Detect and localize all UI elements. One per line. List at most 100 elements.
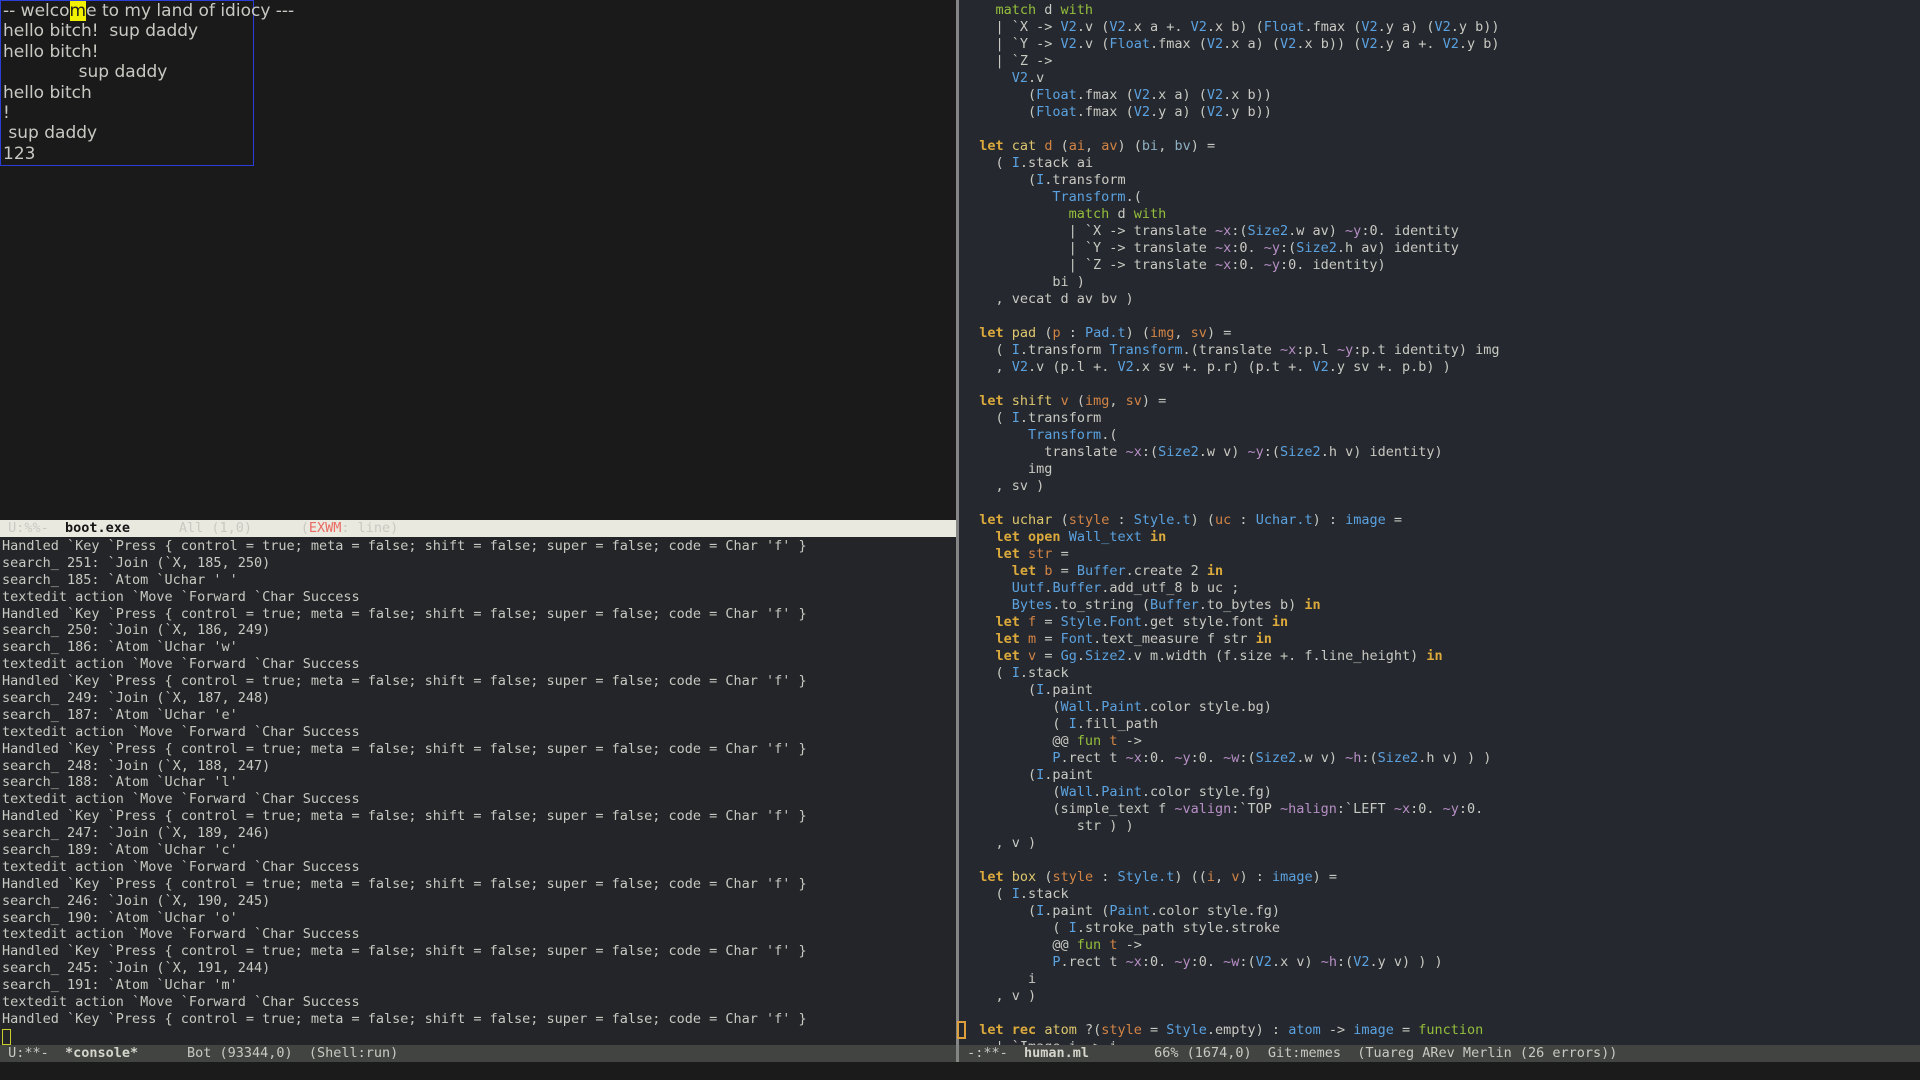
text-line: let str =: [963, 546, 1920, 563]
text-line: Handled `Key `Press { control = true; me…: [2, 606, 956, 623]
text-line: (I.paint: [963, 767, 1920, 784]
text-line: 123: [3, 144, 294, 164]
text-line: [963, 1005, 1920, 1022]
text-line: Handled `Key `Press { control = true; me…: [2, 876, 956, 893]
text-line: (I.paint (Paint.color style.fg): [963, 903, 1920, 920]
text-line: [963, 308, 1920, 325]
text-line: (Wall.Paint.color style.fg): [963, 784, 1920, 801]
text-line: hello bitch: [3, 83, 294, 103]
text-line: textedit action `Move `Forward `Char Suc…: [2, 994, 956, 1011]
text-line: (Float.fmax (V2.x a) (V2.x b)): [963, 87, 1920, 104]
text-line: , V2.v (p.l +. V2.x sv +. p.r) (p.t +. V…: [963, 359, 1920, 376]
text-line: search_ 190: `Atom `Uchar 'o': [2, 910, 956, 927]
text-line: hello bitch! sup daddy: [3, 21, 294, 41]
exwm-desktop: -- welcome to my land of idiocy ---hello…: [0, 0, 1920, 1080]
text-line: let f = Style.Font.get style.font in: [963, 614, 1920, 631]
text-line: let m = Font.text_measure f str in: [963, 631, 1920, 648]
boot-exe-window[interactable]: -- welcome to my land of idiocy ---hello…: [0, 0, 956, 520]
text-line: @@ fun t ->: [963, 733, 1920, 750]
text-line: ( I.transform Transform.(translate ~x:p.…: [963, 342, 1920, 359]
text-line: , v ): [963, 988, 1920, 1005]
text-line: @@ fun t ->: [963, 937, 1920, 954]
text-line: let rec atom ?(style = Style.empty) : at…: [963, 1022, 1920, 1039]
text-line: Handled `Key `Press { control = true; me…: [2, 741, 956, 758]
text-line: textedit action `Move `Forward `Char Suc…: [2, 589, 956, 606]
text-line: -- welcome to my land of idiocy ---: [3, 1, 294, 21]
text-line: img: [963, 461, 1920, 478]
text-line: | `X -> translate ~x:(Size2.w av) ~y:0. …: [963, 223, 1920, 240]
text-line: let shift v (img, sv) =: [963, 393, 1920, 410]
text-line: search_ 191: `Atom `Uchar 'm': [2, 977, 956, 994]
text-line: search_ 251: `Join (`X, 185, 250): [2, 555, 956, 572]
text-line: let cat d (ai, av) (bi, bv) =: [963, 138, 1920, 155]
text-line: textedit action `Move `Forward `Char Suc…: [2, 926, 956, 943]
text-line: search_ 189: `Atom `Uchar 'c': [2, 842, 956, 859]
text-line: , v ): [963, 835, 1920, 852]
text-line: Handled `Key `Press { control = true; me…: [2, 673, 956, 690]
text-line: P.rect t ~x:0. ~y:0. ~w:(V2.x v) ~h:(V2.…: [963, 954, 1920, 971]
text-line: let open Wall_text in: [963, 529, 1920, 546]
modeline-console: U:**- *console* Bot (93344,0) (Shell:run…: [0, 1045, 957, 1062]
console-cursor: [2, 1029, 11, 1045]
text-line: str ) ): [963, 818, 1920, 835]
text-line: Handled `Key `Press { control = true; me…: [2, 808, 956, 825]
text-line: textedit action `Move `Forward `Char Suc…: [2, 791, 956, 808]
text-line: | `X -> V2.v (V2.x a +. V2.x b) (Float.f…: [963, 19, 1920, 36]
text-line: [963, 376, 1920, 393]
console-buffer[interactable]: Handled `Key `Press { control = true; me…: [0, 537, 956, 1045]
text-line: search_ 247: `Join (`X, 189, 246): [2, 825, 956, 842]
text-line: search_ 186: `Atom `Uchar 'w': [2, 639, 956, 656]
text-line: Handled `Key `Press { control = true; me…: [2, 538, 956, 555]
code-cursor: [957, 1021, 966, 1039]
text-line: (Float.fmax (V2.y a) (V2.y b)): [963, 104, 1920, 121]
text-line: textedit action `Move `Forward `Char Suc…: [2, 656, 956, 673]
text-line: translate ~x:(Size2.w v) ~y:(Size2.h v) …: [963, 444, 1920, 461]
text-line: Transform.(: [963, 189, 1920, 206]
text-line: !: [3, 103, 294, 123]
text-line: Handled `Key `Press { control = true; me…: [2, 943, 956, 960]
text-line: | `Z -> translate ~x:0. ~y:0. identity): [963, 257, 1920, 274]
text-line: search_ 188: `Atom `Uchar 'l': [2, 774, 956, 791]
minibuffer[interactable]: [0, 1062, 1920, 1080]
text-line: (I.transform: [963, 172, 1920, 189]
modeline-boot-exe: U:%%- boot.exe All (1,0) (EXWM: line): [0, 520, 956, 537]
text-line: let b = Buffer.create 2 in: [963, 563, 1920, 580]
text-line: (I.paint: [963, 682, 1920, 699]
text-line: [963, 852, 1920, 869]
text-line: ( I.transform: [963, 410, 1920, 427]
text-line: search_ 248: `Join (`X, 188, 247): [2, 758, 956, 775]
console-output: Handled `Key `Press { control = true; me…: [2, 538, 956, 1028]
text-line: , vecat d av bv ): [963, 291, 1920, 308]
text-line: ( I.stack: [963, 665, 1920, 682]
text-line: Bytes.to_string (Buffer.to_bytes b) in: [963, 597, 1920, 614]
text-line: | `Y -> V2.v (Float.fmax (V2.x a) (V2.x …: [963, 36, 1920, 53]
text-line: [963, 121, 1920, 138]
text-line: | `Z ->: [963, 53, 1920, 70]
text-line: let uchar (style : Style.t) (uc : Uchar.…: [963, 512, 1920, 529]
text-line: let box (style : Style.t) ((i, v) : imag…: [963, 869, 1920, 886]
text-line: Uutf.Buffer.add_utf_8 b uc ;: [963, 580, 1920, 597]
text-line: match d with: [963, 206, 1920, 223]
text-line: textedit action `Move `Forward `Char Suc…: [2, 859, 956, 876]
text-line: ( I.stroke_path style.stroke: [963, 920, 1920, 937]
text-line: , sv ): [963, 478, 1920, 495]
text-line: bi ): [963, 274, 1920, 291]
text-line: | `Y -> translate ~x:0. ~y:(Size2.h av) …: [963, 240, 1920, 257]
code-buffer-human-ml[interactable]: match d with | `X -> V2.v (V2.x a +. V2.…: [959, 0, 1920, 1045]
text-line: search_ 245: `Join (`X, 191, 244): [2, 960, 956, 977]
text-line: Transform.(: [963, 427, 1920, 444]
boot-output: -- welcome to my land of idiocy ---hello…: [3, 1, 294, 164]
text-line: search_ 249: `Join (`X, 187, 248): [2, 690, 956, 707]
text-line: sup daddy: [3, 62, 294, 82]
text-line: ( I.fill_path: [963, 716, 1920, 733]
text-line: i: [963, 971, 1920, 988]
text-line: (simple_text f ~valign:`TOP ~halign:`LEF…: [963, 801, 1920, 818]
text-line: Handled `Key `Press { control = true; me…: [2, 1011, 956, 1028]
text-line: match d with: [963, 2, 1920, 19]
modeline-human-ml: -:**- human.ml 66% (1674,0) Git:memes (T…: [959, 1045, 1920, 1062]
text-line: textedit action `Move `Forward `Char Suc…: [2, 724, 956, 741]
text-line: (Wall.Paint.color style.bg): [963, 699, 1920, 716]
text-line: search_ 185: `Atom `Uchar ' ': [2, 572, 956, 589]
text-line: ( I.stack: [963, 886, 1920, 903]
text-line: hello bitch!: [3, 42, 294, 62]
